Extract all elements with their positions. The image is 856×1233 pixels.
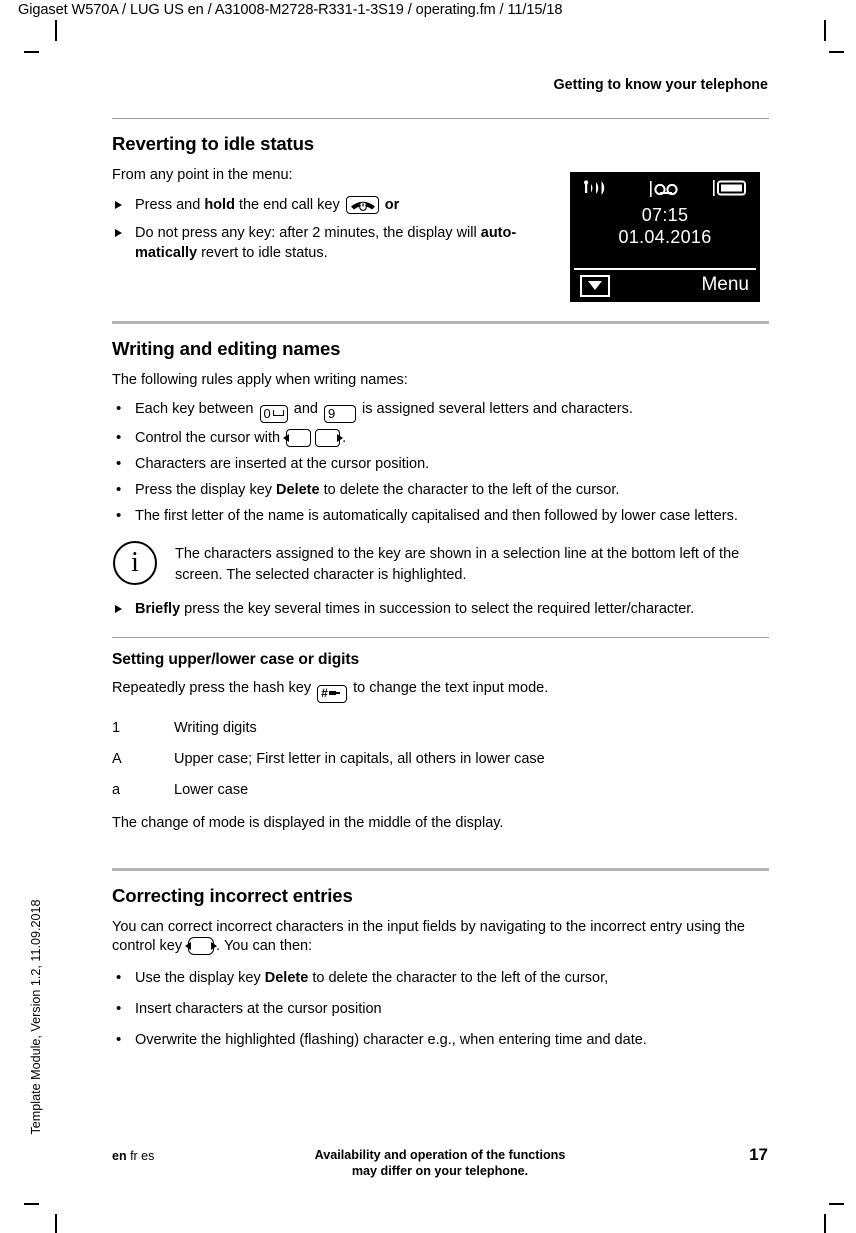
mode-description: Writing digits xyxy=(174,720,257,736)
option-text-bold: Delete xyxy=(264,969,309,986)
key-9-digit: 9 xyxy=(328,406,336,421)
info-icon: i xyxy=(113,541,157,585)
after-note-bold: Briefly xyxy=(135,601,181,617)
rule-text-c: to delete the character to the left of t… xyxy=(319,482,620,498)
section-title-correcting: Correcting incorrect entries xyxy=(112,884,353,906)
section-divider-thick xyxy=(112,320,769,324)
rule-text-a: Control the cursor with xyxy=(135,430,285,446)
cursor-left-key-icon xyxy=(286,429,312,447)
page-content-column: Reverting to idle status From any point … xyxy=(112,118,769,1056)
section-intro-correcting: You can correct incorrect characters in … xyxy=(112,918,769,957)
footer-language-current: en xyxy=(112,1149,127,1163)
section-title-reverting: Reverting to idle status xyxy=(112,133,315,154)
list-item: Press the display key Delete to delete t… xyxy=(112,479,769,501)
case-intro-post: to change the text input mode. xyxy=(349,680,549,696)
crop-mark-bottom-left-vertical xyxy=(55,1214,57,1233)
list-item: Do not press any key: after 2 minutes, t… xyxy=(112,223,552,263)
mode-description: Upper case; First letter in capitals, al… xyxy=(174,751,545,767)
info-note-text: The characters assigned to the key are s… xyxy=(175,546,740,583)
template-module-sidebar-text: Template Module, Version 1.2, 11.09.2018 xyxy=(29,899,43,1135)
option-text-a: Overwrite the highlighted (flashing) cha… xyxy=(135,1031,647,1048)
mode-description: Lower case xyxy=(174,782,249,798)
writing-rules-list: Each key between 0 and 9 is assigned sev… xyxy=(112,398,769,527)
chapter-title-header: Getting to know your telephone xyxy=(553,77,768,93)
list-item: Insert characters at the cursor position xyxy=(112,998,769,1020)
option-text-a: Insert characters at the cursor position xyxy=(135,1000,382,1017)
mode-row: A Upper case; First letter in capitals, … xyxy=(112,749,769,769)
step-text-post: revert to idle status. xyxy=(197,244,328,261)
control-key-icon xyxy=(188,937,215,955)
crop-mark-bottom-right-vertical xyxy=(824,1214,826,1233)
keypad-lock-icon xyxy=(328,690,340,696)
list-item: Use the display key Delete to delete the… xyxy=(112,967,769,989)
key-0-digit: 0 xyxy=(263,406,271,421)
rule-text-a: Each key between xyxy=(135,401,258,417)
section-intro-case: Repeatedly press the hash key # to chang… xyxy=(112,679,769,703)
page-footer: en fr es Availability and operation of t… xyxy=(0,1145,856,1178)
end-call-key-icon xyxy=(345,195,379,214)
section-title-writing: Writing and editing names xyxy=(112,337,341,359)
mode-row: a Lower case xyxy=(112,780,769,800)
section-divider-thin xyxy=(112,637,769,638)
info-note-box: i The characters assigned to the key are… xyxy=(112,541,769,585)
list-item: Control the cursor with . xyxy=(112,427,769,449)
step-text-mid: the end call key xyxy=(234,196,344,213)
crop-mark-top-right-vertical xyxy=(824,20,826,41)
reverting-steps-list: Press and hold the end call key or Do no… xyxy=(112,195,552,263)
list-item: Overwrite the highlighted (flashing) cha… xyxy=(112,1029,769,1051)
rule-text-a: Press the display key xyxy=(135,482,277,498)
rule-text-b: and xyxy=(289,401,323,417)
section-divider-thin xyxy=(112,118,769,119)
crop-mark-top-left-vertical xyxy=(55,20,57,41)
footer-availability-note: Availability and operation of the functi… xyxy=(240,1147,640,1179)
rule-text-bold: Delete xyxy=(276,482,320,498)
option-text-a: Use the display key xyxy=(135,969,265,986)
rule-text-a: The first letter of the name is automati… xyxy=(135,508,738,524)
step-text-bold: hold xyxy=(204,196,235,213)
section-intro-writing: The following rules apply when writing n… xyxy=(112,371,408,388)
list-item: The first letter of the name is automati… xyxy=(112,505,769,527)
crop-mark-top-right-horizontal xyxy=(829,51,844,53)
after-note-rest: press the key several times in successio… xyxy=(180,601,695,617)
writing-after-note-list: Briefly press the key several times in s… xyxy=(112,599,769,619)
section-divider-thick xyxy=(112,867,769,871)
step-text-pre: Press and xyxy=(135,196,205,213)
option-text-c: to delete the character to the left of t… xyxy=(308,969,609,986)
step-text-pre: Do not press any key: after 2 minutes, t… xyxy=(135,224,481,241)
step-text-post: or xyxy=(380,196,400,213)
document-page: Gigaset W570A / LUG US en / A31008-M2728… xyxy=(0,0,856,1233)
cursor-right-key-icon xyxy=(315,429,341,447)
crop-mark-top-left-horizontal xyxy=(24,51,39,53)
key-0-icon: 0 xyxy=(259,405,288,423)
correcting-options-list: Use the display key Delete to delete the… xyxy=(112,967,769,1051)
list-item: Characters are inserted at the cursor po… xyxy=(112,453,769,475)
footer-note-line1: Availability and operation of the functi… xyxy=(314,1148,566,1162)
list-item: Each key between 0 and 9 is assigned sev… xyxy=(112,398,769,423)
mode-row: 1 Writing digits xyxy=(112,718,769,738)
hash-key-icon: # xyxy=(317,685,348,703)
info-icon-glyph: i xyxy=(131,547,139,578)
hash-key-glyph: # xyxy=(321,686,328,700)
mode-term: 1 xyxy=(112,720,121,736)
mode-term: a xyxy=(112,782,121,798)
rule-text-c: is assigned several letters and characte… xyxy=(358,401,633,417)
rule-text-a: Characters are inserted at the cursor po… xyxy=(135,456,430,472)
case-intro-pre: Repeatedly press the hash key xyxy=(112,680,316,696)
section-title-case: Setting upper/lower case or digits xyxy=(112,651,360,668)
crop-mark-bottom-right-horizontal xyxy=(829,1203,844,1205)
mode-term: A xyxy=(112,751,122,767)
correcting-intro-post: . You can then: xyxy=(216,938,313,954)
document-path-header: Gigaset W570A / LUG US en / A31008-M2728… xyxy=(18,2,563,18)
section-outro-case: The change of mode is displayed in the m… xyxy=(112,815,504,831)
crop-mark-bottom-left-horizontal xyxy=(24,1203,39,1205)
footer-languages-rest: fr es xyxy=(126,1149,155,1163)
list-item: Briefly press the key several times in s… xyxy=(112,599,769,619)
page-number: 17 xyxy=(749,1145,768,1164)
section-intro-reverting: From any point in the menu: xyxy=(112,167,293,183)
space-symbol-icon xyxy=(272,410,284,416)
list-item: Press and hold the end call key or xyxy=(112,195,552,215)
key-9-icon: 9 xyxy=(324,405,357,423)
footer-languages: en fr es xyxy=(112,1149,154,1163)
footer-note-line2: may differ on your telephone. xyxy=(351,1164,529,1178)
